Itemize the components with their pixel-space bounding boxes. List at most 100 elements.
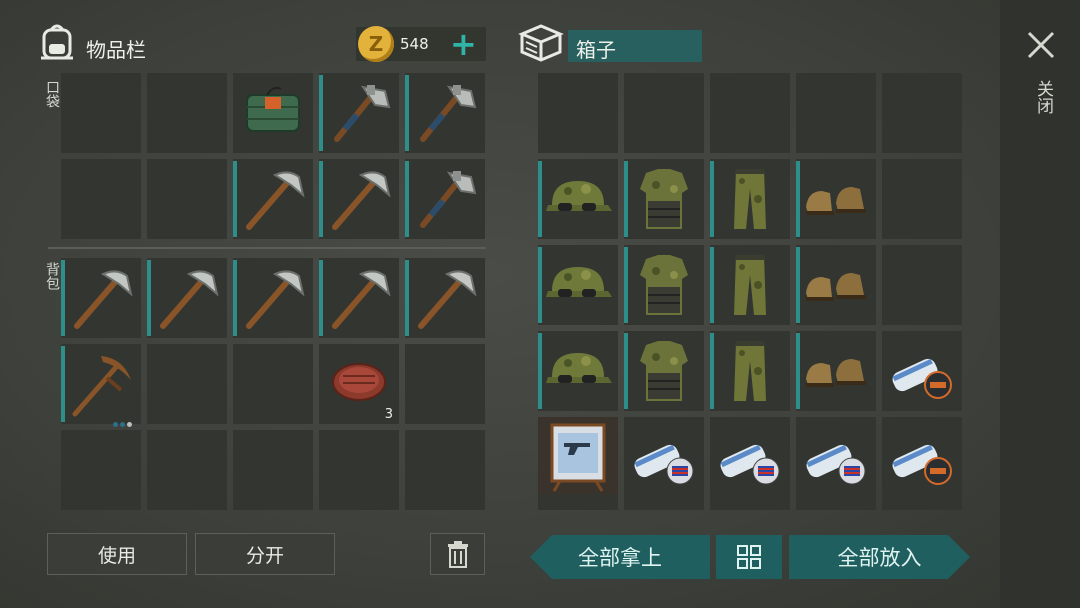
weapon-rack-blueprint-icon (550, 423, 606, 492)
backpack-slot[interactable] (233, 344, 313, 424)
put-all-button[interactable]: 全部放入 (789, 535, 970, 579)
pocket-slot[interactable] (61, 159, 141, 239)
pocket-slot[interactable] (147, 159, 227, 239)
take-all-label: 全部拿上 (578, 546, 662, 570)
coin-icon: Z (358, 26, 394, 62)
pocket-slot[interactable] (405, 159, 485, 239)
box-slot[interactable] (538, 417, 618, 497)
item-count: 3 (384, 407, 393, 422)
box-title: 箱子 (576, 38, 616, 62)
box-slot[interactable] (796, 331, 876, 411)
box-slot[interactable] (624, 159, 704, 239)
tnt-bundle-icon (246, 86, 300, 132)
trash-button[interactable] (430, 533, 485, 575)
box-slot[interactable] (882, 331, 962, 411)
pickaxe-icon (74, 270, 133, 329)
box-icon (518, 22, 564, 62)
box-slot[interactable] (624, 331, 704, 411)
backpack-slot[interactable] (319, 430, 399, 510)
add-coins-button[interactable]: + (450, 24, 477, 64)
hatchet-icon (420, 85, 477, 142)
pocket-slot[interactable] (147, 73, 227, 153)
boots-icon (806, 359, 866, 387)
box-slot[interactable] (796, 245, 876, 325)
split-button[interactable]: 分开 (195, 533, 335, 575)
box-slot[interactable] (710, 159, 790, 239)
camo-cap-icon (546, 181, 612, 211)
box-slot[interactable] (796, 417, 876, 497)
pickaxe-icon (332, 171, 391, 230)
box-slot[interactable] (882, 245, 962, 325)
box-slot[interactable] (538, 159, 618, 239)
box-slot[interactable] (882, 417, 962, 497)
box-slot[interactable] (710, 73, 790, 153)
pickaxe-icon (246, 171, 305, 230)
box-slot[interactable] (538, 245, 618, 325)
blueprint-flag-icon (806, 444, 866, 485)
pocket-label: 口袋 (44, 80, 60, 108)
section-divider (48, 247, 486, 249)
backpack-slot[interactable] (319, 258, 399, 338)
pocket-slot[interactable] (61, 73, 141, 153)
backpack-slot[interactable] (147, 258, 227, 338)
box-slot[interactable] (624, 417, 704, 497)
box-slot[interactable] (710, 417, 790, 497)
box-slot[interactable] (624, 245, 704, 325)
pickaxe-icon (332, 270, 391, 329)
box-slot[interactable] (710, 331, 790, 411)
trash-icon (447, 541, 468, 568)
close-icon[interactable] (1024, 28, 1058, 62)
box-slot[interactable] (882, 73, 962, 153)
backpack-slot[interactable] (405, 430, 485, 510)
box-slot[interactable] (624, 73, 704, 153)
backpack-slot[interactable] (233, 430, 313, 510)
blueprint-flag-icon (634, 444, 694, 485)
box-slot[interactable] (538, 331, 618, 411)
put-all-label: 全部放入 (837, 546, 922, 570)
blueprint-lastday-icon (892, 358, 952, 399)
backpack-slot[interactable] (233, 258, 313, 338)
coin-count: 548 (400, 35, 429, 53)
pocket-slot[interactable] (319, 73, 399, 153)
backpack-slot[interactable] (147, 430, 227, 510)
take-all-button[interactable]: 全部拿上 (530, 535, 710, 579)
hatchet-icon (420, 171, 477, 228)
use-button[interactable]: 使用 (47, 533, 187, 575)
camo-pants-icon (734, 341, 766, 401)
backpack-slot[interactable] (61, 344, 141, 427)
pickaxe-icon (160, 270, 219, 329)
backpack-slot[interactable] (61, 430, 141, 510)
backpack-slot[interactable]: 3 (319, 344, 399, 424)
hatchet-icon (334, 85, 391, 142)
backpack-slot[interactable] (405, 344, 485, 424)
blueprint-flag-icon (720, 444, 780, 485)
camo-cap-icon (546, 267, 612, 297)
armored-vest-icon (640, 341, 688, 401)
pocket-slot[interactable] (233, 159, 313, 239)
pocket-slot[interactable] (319, 159, 399, 239)
pocket-slot[interactable] (233, 73, 313, 153)
boots-icon (806, 273, 866, 301)
box-slot[interactable] (796, 73, 876, 153)
box-slot[interactable] (796, 159, 876, 239)
boots-icon (806, 187, 866, 215)
pickaxe-icon (418, 270, 477, 329)
inventory-title: 物品栏 (86, 38, 146, 62)
box-slot[interactable] (882, 159, 962, 239)
camo-pants-icon (734, 169, 766, 229)
blueprint-lastday-icon (892, 444, 952, 485)
armored-vest-icon (640, 255, 688, 315)
box-grid-more-row (538, 494, 962, 510)
box-slot[interactable] (710, 245, 790, 325)
box-slot[interactable] (538, 73, 618, 153)
backpack-icon (38, 22, 76, 62)
backpack-slot[interactable] (405, 258, 485, 338)
backpack-slot[interactable] (61, 258, 141, 338)
backpack-slot[interactable] (147, 344, 227, 424)
pickaxe-icon (246, 270, 305, 329)
camo-cap-icon (546, 353, 612, 383)
sort-button[interactable] (716, 535, 782, 579)
backpack-label: 背包 (44, 262, 60, 290)
pocket-slot[interactable] (405, 73, 485, 153)
close-label[interactable]: 关闭 (1031, 80, 1056, 114)
